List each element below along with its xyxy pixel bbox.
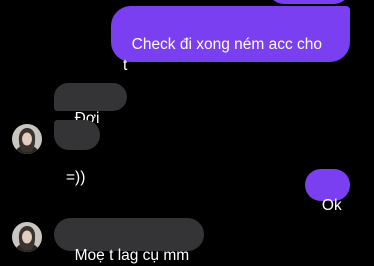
contact-avatar-photo [12,222,42,252]
message-bubble-sent[interactable]: Check đi xong ném acc cho t [111,6,350,74]
message-bubble-received[interactable]: =)) [54,120,100,186]
contact-avatar[interactable] [12,124,42,154]
message-text: Ok [321,197,342,214]
previous-message-bubble[interactable] [268,0,350,4]
message-text: =)) [66,169,86,186]
contact-avatar-photo [12,124,42,154]
contact-avatar[interactable] [12,222,42,252]
message-text: Moẹ t lag cụ mm [74,247,190,264]
message-bubble-sent[interactable]: Ok [305,169,350,214]
message-text: Check đi xong ném acc cho t [123,36,323,74]
message-bubble-received[interactable]: Đợi 1p [54,83,127,148]
message-bubble-received[interactable]: Moẹ t lag cụ mm [54,218,204,264]
